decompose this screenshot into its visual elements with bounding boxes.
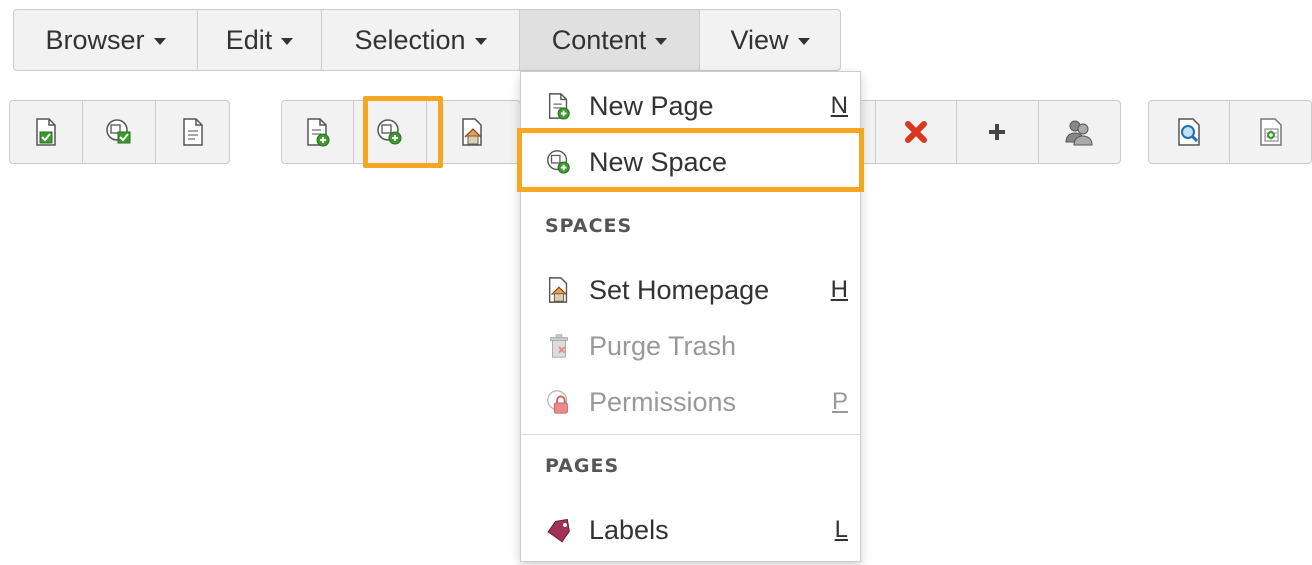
highlight-new-space-button <box>363 96 443 168</box>
toolbar-button-delete[interactable] <box>876 101 958 163</box>
toolbar-button-page-info[interactable] <box>156 101 229 163</box>
section-header-pages: PAGES <box>545 455 620 477</box>
menu-item-label: Set Homepage <box>589 274 770 305</box>
menu-item-set-homepage[interactable]: Set Homepage H <box>521 262 860 318</box>
menu-divider <box>521 434 860 435</box>
menu-item-label: Purge Trash <box>589 330 737 361</box>
shortcut-key: L <box>834 516 848 543</box>
users-icon <box>1065 120 1093 146</box>
highlight-new-space-menu-item <box>517 128 864 192</box>
page-info-icon <box>182 118 203 146</box>
menu-item-label: New Page <box>589 90 714 121</box>
toolbar-button-new-page[interactable] <box>282 101 355 163</box>
section-header-spaces: SPACES <box>545 215 633 237</box>
trash-icon <box>550 334 568 358</box>
menu-item-purge-trash[interactable]: Purge Trash <box>521 318 860 374</box>
menu-selection[interactable]: Selection <box>322 10 520 70</box>
menu-item-label: Labels <box>589 514 669 545</box>
tag-icon <box>547 518 570 543</box>
menu-browser-label: Browser <box>45 24 145 55</box>
lock-icon <box>547 390 568 414</box>
toolbar-button-add[interactable] <box>957 101 1039 163</box>
search-page-icon <box>1178 118 1200 146</box>
shortcut-key: P <box>831 388 848 415</box>
caret-down-icon <box>797 38 810 45</box>
toolbar-button-add-table[interactable] <box>1230 101 1311 163</box>
home-icon <box>462 118 483 146</box>
menu-item-label: Permissions <box>589 386 737 417</box>
new-page-icon <box>548 93 570 120</box>
menu-content[interactable]: Content <box>520 10 700 70</box>
add-table-icon <box>1259 118 1282 146</box>
menu-view[interactable]: View <box>700 10 840 70</box>
menubar: Browser Edit Selection Content View <box>13 9 841 71</box>
caret-down-icon <box>153 38 166 45</box>
toolbar-button-page-check[interactable] <box>10 101 83 163</box>
add-icon <box>989 124 1006 140</box>
toolbar-button-users[interactable] <box>1039 101 1120 163</box>
page-check-icon <box>36 118 56 146</box>
toolbar-button-search-page[interactable] <box>1149 101 1230 163</box>
menu-content-label: Content <box>551 24 647 55</box>
menu-item-labels[interactable]: Labels L <box>521 502 860 558</box>
menu-view-label: View <box>730 24 789 55</box>
toolbar-button-space-check[interactable] <box>83 101 156 163</box>
shortcut-key: N <box>830 92 848 119</box>
menu-edit-label: Edit <box>225 24 273 55</box>
toolbar-group-tools <box>1148 100 1312 164</box>
menu-item-permissions[interactable]: Permissions P <box>521 374 860 430</box>
caret-down-icon <box>655 38 668 45</box>
home-icon <box>548 277 568 303</box>
caret-down-icon <box>474 38 487 45</box>
caret-down-icon <box>281 38 294 45</box>
new-page-icon <box>306 118 330 147</box>
space-check-icon <box>106 119 131 144</box>
toolbar-group-actions <box>830 100 1121 164</box>
toolbar-group-view <box>9 100 230 164</box>
menu-item-new-page[interactable]: New Page N <box>521 78 860 134</box>
menu-browser[interactable]: Browser <box>14 10 198 70</box>
menu-edit[interactable]: Edit <box>198 10 322 70</box>
menu-selection-label: Selection <box>354 24 466 55</box>
shortcut-key: H <box>830 276 848 303</box>
delete-icon <box>904 121 927 143</box>
